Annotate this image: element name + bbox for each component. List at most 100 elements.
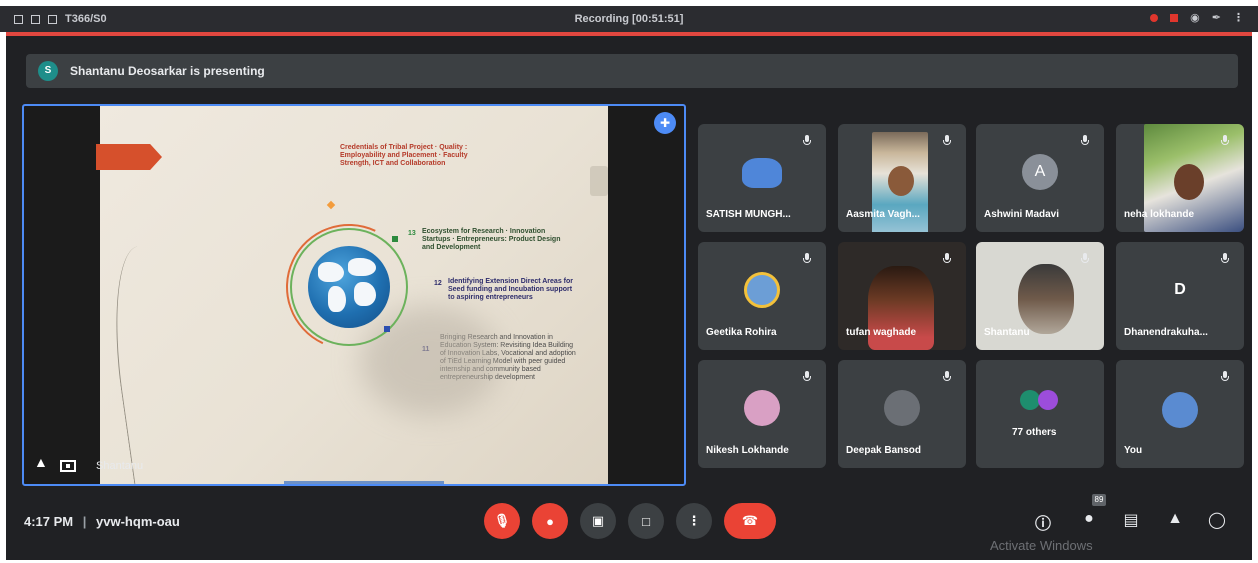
participant-avatar	[744, 390, 780, 426]
activate-windows-watermark: Activate Windows	[990, 538, 1093, 553]
mic-off-icon	[1078, 134, 1092, 148]
mic-off-icon	[1218, 134, 1232, 148]
titlebar-right: ◉ ✒ ⋮	[1150, 11, 1244, 24]
camera-toggle-button[interactable]: ●	[532, 503, 568, 539]
participant-name: Aasmita Vagh...	[846, 209, 920, 220]
leave-call-button[interactable]: ☎	[724, 503, 776, 539]
participant-tile[interactable]: D Dhanendrakuha...	[1116, 242, 1244, 350]
participant-name: Geetika Rohira	[706, 327, 777, 338]
participant-name: Deepak Bansod	[846, 445, 922, 456]
participant-name: You	[1124, 445, 1143, 456]
window-titlebar: T366/S0 Recording [00:51:51] ◉ ✒ ⋮	[0, 6, 1258, 32]
slide-number-3: 12	[434, 280, 442, 287]
presentation-slide: Credentials of Tribal Project · Quality …	[96, 106, 608, 484]
participant-face	[1174, 164, 1204, 200]
more-options-button[interactable]: ⋮	[676, 503, 712, 539]
record-icon[interactable]	[1150, 13, 1159, 22]
others-avatar-1	[1020, 390, 1040, 410]
participant-avatar	[884, 390, 920, 426]
meeting-code: yvw-hqm-oau	[96, 514, 180, 529]
presenting-text: Shantanu Deosarkar is presenting	[70, 64, 265, 78]
participant-name: SATISH MUNGH...	[706, 209, 791, 220]
captions-icon: ▣	[591, 513, 605, 528]
participant-tile[interactable]: Deepak Bansod	[838, 360, 966, 468]
slide-decoration-line	[101, 242, 196, 484]
presentation-tile[interactable]: Credentials of Tribal Project · Quality …	[22, 104, 686, 486]
mic-off-icon	[940, 134, 954, 148]
participant-name: tufan waghade	[846, 327, 917, 338]
meeting-info: 4:17 PM | yvw-hqm-oau	[24, 514, 180, 529]
mic-off-icon	[1218, 370, 1232, 384]
captions-button[interactable]: ▣	[580, 503, 616, 539]
participant-avatar	[742, 158, 782, 188]
others-count: 77 others	[1012, 427, 1057, 438]
current-time: 4:17 PM	[24, 514, 74, 529]
mic-off-icon	[1218, 252, 1232, 266]
mic-off-icon	[940, 252, 954, 266]
pin-icon[interactable]: ▲	[34, 454, 48, 470]
people-count-badge: 89	[1092, 494, 1106, 506]
mic-off-icon	[940, 370, 954, 384]
presenter-name-label: Shantanu	[96, 460, 144, 472]
present-screen-icon: □	[642, 513, 650, 529]
meeting-area: S Shantanu Deosarkar is presenting Crede…	[6, 36, 1252, 560]
participant-avatar	[1162, 392, 1198, 428]
camera-icon[interactable]: ◉	[1190, 11, 1200, 24]
participant-tile[interactable]: Nikesh Lokhande	[698, 360, 826, 468]
participant-tile-self[interactable]: You	[1116, 360, 1244, 468]
participant-tile[interactable]: A Ashwini Madavi	[976, 124, 1104, 232]
slide-bullet-orange	[326, 200, 336, 210]
participant-tile[interactable]: Aasmita Vagh...	[838, 124, 966, 232]
participant-avatar	[744, 272, 780, 308]
footer-separator: |	[82, 514, 87, 529]
presenter-avatar: S	[38, 61, 58, 81]
participant-name: Dhanendrakuha...	[1124, 327, 1208, 338]
stop-record-icon[interactable]	[1170, 13, 1179, 22]
mic-off-icon	[800, 252, 814, 266]
participant-avatar: D	[1174, 281, 1186, 298]
mic-off-icon	[800, 134, 814, 148]
slide-bullet-blue	[384, 326, 390, 332]
mic-off-icon	[1078, 252, 1092, 266]
activities-icon[interactable]: ▲	[1164, 510, 1186, 528]
participant-tile[interactable]: SATISH MUNGH...	[698, 124, 826, 232]
participant-name: Ashwini Madavi	[984, 209, 1060, 220]
globe-icon	[308, 246, 390, 328]
slide-text-block3: Identifying Extension Direct Areas for S…	[448, 278, 573, 301]
meeting-details-icon[interactable]: ⓘ	[1032, 510, 1054, 534]
participant-name: neha lokhande	[1124, 209, 1195, 220]
participant-name: Nikesh Lokhande	[706, 445, 789, 456]
more-icon[interactable]: ⋮	[1233, 11, 1244, 24]
more-vert-icon: ⋮	[687, 513, 701, 528]
participant-tile[interactable]: Shantanu	[976, 242, 1104, 350]
present-screen-icon[interactable]	[60, 460, 76, 472]
end-call-icon: ☎	[741, 513, 759, 528]
slide-bullet-green	[392, 236, 398, 242]
mic-off-icon: 🎙	[493, 513, 511, 528]
slide-text-block2: Ecosystem for Research · Innovation Star…	[422, 228, 561, 251]
recording-status: Recording [00:51:51]	[574, 13, 684, 25]
pen-icon[interactable]: ✒	[1212, 11, 1221, 24]
participant-tile[interactable]: tufan waghade	[838, 242, 966, 350]
presenting-banner: S Shantanu Deosarkar is presenting	[26, 54, 1238, 88]
participant-tile[interactable]: Geetika Rohira	[698, 242, 826, 350]
camera-off-icon: ●	[546, 513, 554, 529]
participant-tile[interactable]: neha lokhande	[1116, 124, 1244, 232]
slide-scroll-handle	[590, 166, 608, 196]
mic-toggle-button[interactable]: 🎙	[484, 503, 520, 539]
people-icon[interactable]: ●	[1078, 510, 1100, 528]
mic-off-icon	[800, 370, 814, 384]
others-avatar-2	[1038, 390, 1058, 410]
slide-progress-bar	[284, 481, 444, 484]
present-button[interactable]: □	[628, 503, 664, 539]
participant-avatar: A	[1022, 154, 1058, 190]
slide-text-block1: Credentials of Tribal Project · Quality …	[340, 144, 468, 167]
others-tile[interactable]: 77 others	[976, 360, 1104, 468]
host-controls-icon[interactable]: ◯	[1206, 510, 1228, 530]
participant-face	[888, 166, 914, 196]
participant-name: Shantanu	[984, 327, 1030, 338]
participant-video	[1018, 264, 1074, 334]
slide-number-2: 13	[408, 230, 416, 237]
expand-icon[interactable]: ✚	[654, 112, 676, 134]
chat-icon[interactable]: ▤	[1120, 510, 1142, 530]
